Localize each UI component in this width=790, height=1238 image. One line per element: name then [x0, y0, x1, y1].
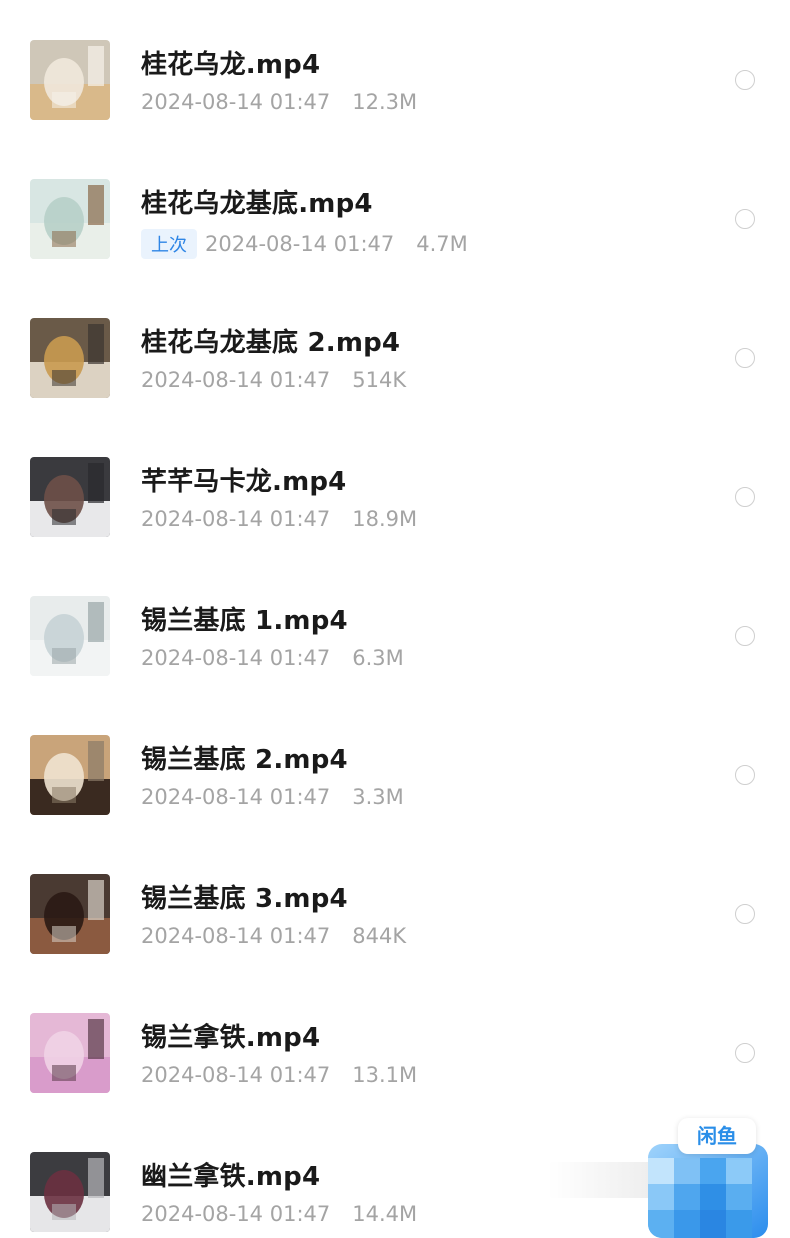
- file-date: 2024-08-14 01:47: [141, 785, 331, 809]
- video-thumbnail[interactable]: [30, 457, 110, 537]
- video-thumbnail[interactable]: [30, 596, 110, 676]
- select-radio[interactable]: [735, 70, 755, 90]
- file-size: 13.1M: [352, 1063, 418, 1087]
- file-meta: 2024-08-14 01:47 6.3M: [141, 646, 404, 670]
- file-meta: 2024-08-14 01:47 13.1M: [141, 1063, 417, 1087]
- video-thumbnail[interactable]: [30, 735, 110, 815]
- select-radio[interactable]: [735, 765, 755, 785]
- select-radio[interactable]: [735, 626, 755, 646]
- video-thumbnail[interactable]: [30, 874, 110, 954]
- file-meta: 2024-08-14 01:47 12.3M: [141, 90, 417, 114]
- file-row[interactable]: 锡兰基底 1.mp4 2024-08-14 01:47 6.3M: [0, 556, 790, 695]
- file-date: 2024-08-14 01:47: [141, 1063, 331, 1087]
- file-row[interactable]: 芊芊马卡龙.mp4 2024-08-14 01:47 18.9M: [0, 417, 790, 556]
- video-thumbnail[interactable]: [30, 179, 110, 259]
- file-size: 514K: [352, 368, 407, 392]
- select-radio[interactable]: [735, 904, 755, 924]
- video-thumbnail[interactable]: [30, 1152, 110, 1232]
- file-row[interactable]: 锡兰基底 2.mp4 2024-08-14 01:47 3.3M: [0, 695, 790, 834]
- last-opened-badge: 上次: [141, 229, 197, 259]
- file-name: 锡兰拿铁.mp4: [141, 1023, 321, 1053]
- file-meta: 2024-08-14 01:47 514K: [141, 368, 406, 392]
- file-list: 桂花乌龙.mp4 2024-08-14 01:47 12.3M 桂花乌龙基底.mp4 上…: [0, 0, 790, 1238]
- file-size: 18.9M: [352, 507, 418, 531]
- file-meta: 2024-08-14 01:47 14.4M: [141, 1202, 417, 1226]
- file-date: 2024-08-14 01:47: [205, 232, 395, 256]
- video-thumbnail[interactable]: [30, 318, 110, 398]
- file-meta: 上次 2024-08-14 01:47 4.7M: [141, 229, 468, 259]
- file-size: 844K: [352, 924, 407, 948]
- file-name: 桂花乌龙.mp4: [141, 50, 321, 80]
- floating-app-tile[interactable]: [648, 1144, 768, 1238]
- file-name: 幽兰拿铁.mp4: [141, 1162, 321, 1192]
- file-size: 4.7M: [416, 232, 468, 256]
- file-date: 2024-08-14 01:47: [141, 1202, 331, 1226]
- file-date: 2024-08-14 01:47: [141, 90, 331, 114]
- floating-app-widget[interactable]: 闲鱼: [648, 1118, 768, 1238]
- file-meta: 2024-08-14 01:47 3.3M: [141, 785, 404, 809]
- file-name: 桂花乌龙基底.mp4: [141, 189, 373, 219]
- file-name: 桂花乌龙基底 2.mp4: [141, 328, 401, 358]
- file-size: 14.4M: [352, 1202, 418, 1226]
- file-name: 芊芊马卡龙.mp4: [141, 467, 347, 497]
- file-meta: 2024-08-14 01:47 844K: [141, 924, 406, 948]
- file-size: 3.3M: [352, 785, 404, 809]
- file-name: 锡兰基底 2.mp4: [141, 745, 348, 775]
- xianyu-app-icon[interactable]: 闲鱼: [678, 1118, 756, 1154]
- select-radio[interactable]: [735, 348, 755, 368]
- select-radio[interactable]: [735, 209, 755, 229]
- file-date: 2024-08-14 01:47: [141, 368, 331, 392]
- file-name: 锡兰基底 1.mp4: [141, 606, 348, 636]
- file-name: 锡兰基底 3.mp4: [141, 884, 348, 914]
- select-radio[interactable]: [735, 487, 755, 507]
- file-row[interactable]: 锡兰基底 3.mp4 2024-08-14 01:47 844K: [0, 834, 790, 973]
- file-row[interactable]: 锡兰拿铁.mp4 2024-08-14 01:47 13.1M: [0, 973, 790, 1112]
- file-date: 2024-08-14 01:47: [141, 924, 331, 948]
- select-radio[interactable]: [735, 1043, 755, 1063]
- blurred-area: [548, 1162, 658, 1198]
- file-row[interactable]: 桂花乌龙基底 2.mp4 2024-08-14 01:47 514K: [0, 278, 790, 417]
- video-thumbnail[interactable]: [30, 1013, 110, 1093]
- file-size: 6.3M: [352, 646, 404, 670]
- file-row[interactable]: 桂花乌龙.mp4 2024-08-14 01:47 12.3M: [0, 0, 790, 139]
- file-row[interactable]: 桂花乌龙基底.mp4 上次 2024-08-14 01:47 4.7M: [0, 139, 790, 278]
- file-date: 2024-08-14 01:47: [141, 507, 331, 531]
- file-size: 12.3M: [352, 90, 418, 114]
- video-thumbnail[interactable]: [30, 40, 110, 120]
- file-meta: 2024-08-14 01:47 18.9M: [141, 507, 417, 531]
- file-date: 2024-08-14 01:47: [141, 646, 331, 670]
